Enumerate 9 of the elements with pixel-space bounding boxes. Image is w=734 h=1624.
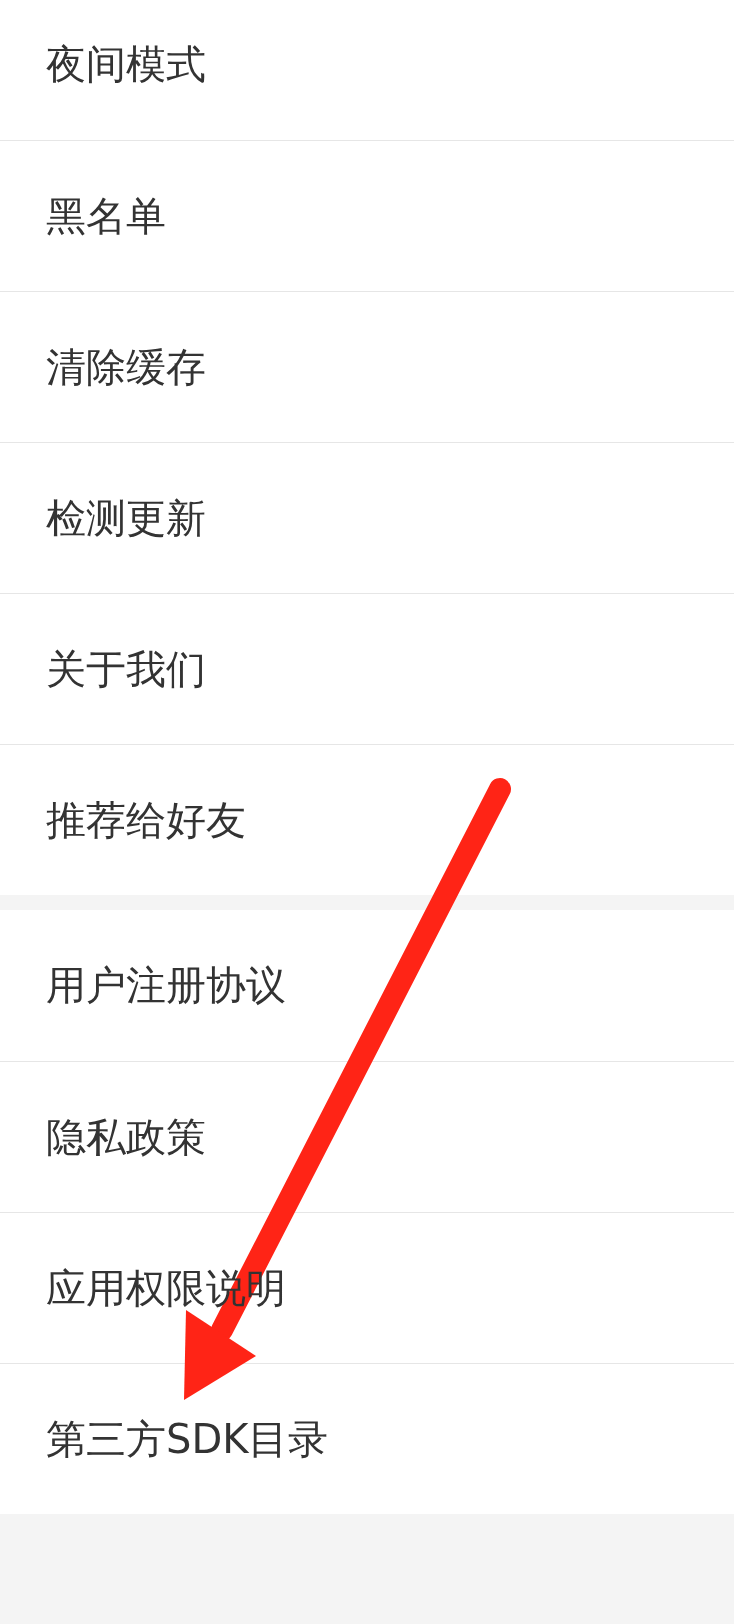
- menu-item[interactable]: 关于我们: [46, 641, 206, 697]
- menu-item[interactable]: 第三方SDK目录: [46, 1411, 329, 1467]
- menu-item[interactable]: 推荐给好友: [46, 792, 246, 848]
- menu-item[interactable]: 检测更新: [46, 490, 206, 546]
- menu-item[interactable]: 用户注册协议: [46, 958, 286, 1013]
- menu-item[interactable]: 黑名单: [46, 188, 166, 244]
- menu-item[interactable]: 夜间模式: [46, 37, 206, 92]
- menu-item[interactable]: 清除缓存: [46, 339, 206, 395]
- menu-item[interactable]: 隐私政策: [46, 1109, 206, 1165]
